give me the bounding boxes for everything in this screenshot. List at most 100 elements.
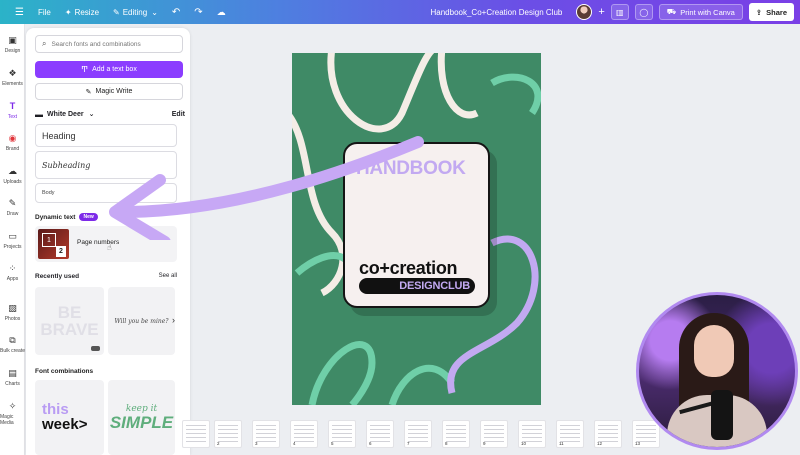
comment-icon[interactable]: ◯ xyxy=(634,4,653,20)
left-nav-rail: ▣ Design ❖ Elements T Text ◉ Brand ☁ Uploads … xyxy=(0,24,25,455)
page-thumbnail[interactable]: 3 xyxy=(252,420,280,448)
dynamic-text-heading: Dynamic text New xyxy=(35,213,98,221)
page-thumbnail[interactable] xyxy=(182,420,210,448)
cloud-save-icon[interactable]: ☁ xyxy=(212,4,231,20)
design-club-pill[interactable]: DESIGNCLUB xyxy=(359,278,475,294)
magic-write-label: Magic Write xyxy=(95,88,133,95)
text-panel: ⌕ Ͳ Add a text box ✎ Magic Write ▬ White… xyxy=(26,28,190,455)
brand-kit-icon: ▬ xyxy=(35,109,43,119)
page-thumbnail[interactable]: 10 xyxy=(518,420,546,448)
magic-wand-icon: ✎ xyxy=(85,88,92,96)
uploads-icon: ☁ xyxy=(8,165,17,176)
microphone-icon xyxy=(711,390,733,440)
page-thumbnail[interactable]: 13 xyxy=(632,420,660,448)
recent-template-be-brave[interactable]: BE BRAVE xyxy=(35,287,104,355)
rail-item-apps[interactable]: ⁘ Apps xyxy=(0,262,25,283)
premium-badge-icon xyxy=(91,346,100,351)
page-numbers-label: Page numbers xyxy=(77,239,120,246)
editing-label: Editing xyxy=(122,7,148,17)
page-thumbnail[interactable]: 4 xyxy=(290,420,318,448)
apps-icon: ⁘ xyxy=(8,262,17,273)
share-icon: ⇪ xyxy=(755,7,763,17)
page-thumbnail[interactable]: 12 xyxy=(594,420,622,448)
magic-media-icon: ✧ xyxy=(8,400,17,411)
see-all-link[interactable]: See all xyxy=(159,273,177,279)
elements-icon: ❖ xyxy=(8,67,17,78)
page-number-thumb-1: 1 xyxy=(42,233,56,247)
page-number-thumb-2: 2 xyxy=(56,246,66,257)
font-combo-keep-it-simple[interactable]: keep it SIMPLE xyxy=(108,380,175,455)
insights-icon[interactable]: ▥ xyxy=(610,4,629,20)
page-thumbnail[interactable]: 6 xyxy=(366,420,394,448)
page-numbers-thumbnail: 1 2 xyxy=(38,229,69,259)
redo-button[interactable]: ↷ xyxy=(189,4,207,20)
rail-item-design[interactable]: ▣ Design xyxy=(0,34,25,55)
page-thumbnail[interactable]: 11 xyxy=(556,420,584,448)
add-text-box-button[interactable]: Ͳ Add a text box xyxy=(35,61,183,78)
page-thumbnail[interactable]: 7 xyxy=(404,420,432,448)
search-icon: ⌕ xyxy=(42,39,47,48)
add-text-label: Add a text box xyxy=(92,66,137,73)
file-menu-button[interactable]: File xyxy=(33,4,56,20)
brand-icon: ◉ xyxy=(8,132,17,143)
page-thumbnail[interactable]: 5 xyxy=(328,420,356,448)
truck-icon: ⛟ xyxy=(666,7,677,16)
rail-item-uploads[interactable]: ☁ Uploads xyxy=(0,165,25,186)
top-toolbar: ☰ File ✦ Resize ✎ Editing ⌄ ↶ ↷ ☁ Handbo… xyxy=(0,0,800,24)
magic-write-button[interactable]: ✎ Magic Write xyxy=(35,83,183,100)
rail-item-text[interactable]: T Text xyxy=(0,100,25,120)
page-thumbnail[interactable]: 8 xyxy=(442,420,470,448)
font-search-input[interactable] xyxy=(51,40,172,48)
page-thumbnail[interactable]: 9 xyxy=(480,420,508,448)
resize-button[interactable]: ✦ Resize xyxy=(60,4,104,20)
hamburger-menu-button[interactable]: ☰ xyxy=(10,4,29,20)
top-right-group: Handbook_Co+Creation Design Club + ▥ ◯ ⛟… xyxy=(431,0,800,24)
arrow-annotation xyxy=(109,136,424,240)
share-label: Share xyxy=(766,7,787,17)
chevron-right-icon[interactable]: › xyxy=(172,315,175,325)
projects-icon: ▭ xyxy=(8,230,17,241)
rail-item-magic-media[interactable]: ✧ Magic Media xyxy=(0,400,25,427)
cocreation-logo-text[interactable]: co+creation xyxy=(359,258,458,279)
edit-brand-button[interactable]: Edit xyxy=(172,111,185,118)
font-combo-this-week[interactable]: this week> xyxy=(35,380,104,455)
bulk-create-icon: ⧉ xyxy=(9,334,16,345)
font-search-box[interactable]: ⌕ xyxy=(35,35,183,53)
webcam-overlay xyxy=(636,292,798,450)
rail-item-brand[interactable]: ◉ Brand xyxy=(0,132,25,153)
draw-icon: ✎ xyxy=(8,197,17,208)
text-t-icon: Ͳ xyxy=(81,65,89,74)
undo-button[interactable]: ↶ xyxy=(167,4,185,20)
rail-item-draw[interactable]: ✎ Draw xyxy=(0,197,25,218)
resize-icon: ✦ xyxy=(64,7,72,17)
resize-label: Resize xyxy=(74,7,100,17)
cursor-icon: ☝ xyxy=(107,243,112,252)
chevron-down-icon[interactable]: ⌄ xyxy=(89,110,95,118)
new-badge: New xyxy=(79,213,98,221)
recent-template-will-you-be-mine[interactable]: Will you be mine? xyxy=(108,287,175,355)
photos-icon: ▨ xyxy=(8,302,17,313)
collaborator-avatar[interactable] xyxy=(576,4,593,20)
page-thumbnail-strip: 2 3 4 5 6 7 8 9 10 11 12 13 xyxy=(182,414,671,455)
charts-icon: ▤ xyxy=(8,367,17,378)
add-collaborator-icon[interactable]: + xyxy=(598,6,604,18)
page-thumbnail[interactable]: 2 xyxy=(214,420,242,448)
recently-used-header: Recently used See all xyxy=(35,273,177,280)
print-label: Print with Canva xyxy=(680,7,735,17)
rail-item-photos[interactable]: ▨ Photos xyxy=(0,302,25,323)
pencil-icon: ✎ xyxy=(113,7,120,17)
editing-mode-button[interactable]: ✎ Editing ⌄ xyxy=(108,4,163,20)
document-title[interactable]: Handbook_Co+Creation Design Club xyxy=(431,8,563,17)
rail-item-bulk-create[interactable]: ⧉ Bulk create xyxy=(0,334,25,355)
brand-kit-row: ▬ White Deer ⌄ Edit xyxy=(35,108,185,120)
share-button[interactable]: ⇪ Share xyxy=(748,3,794,21)
print-with-canva-button[interactable]: ⛟ Print with Canva xyxy=(658,4,743,20)
menu-group: ☰ File ✦ Resize ✎ Editing ⌄ ↶ ↷ ☁ xyxy=(10,4,231,20)
brand-kit-selector[interactable]: White Deer xyxy=(47,111,84,118)
design-club-text: DESIGNCLUB xyxy=(399,280,470,292)
text-icon: T xyxy=(9,101,16,111)
rail-item-projects[interactable]: ▭ Projects xyxy=(0,230,25,251)
rail-item-elements[interactable]: ❖ Elements xyxy=(0,67,25,88)
font-combinations-heading: Font combinations xyxy=(35,368,94,375)
rail-item-charts[interactable]: ▤ Charts xyxy=(0,367,25,388)
